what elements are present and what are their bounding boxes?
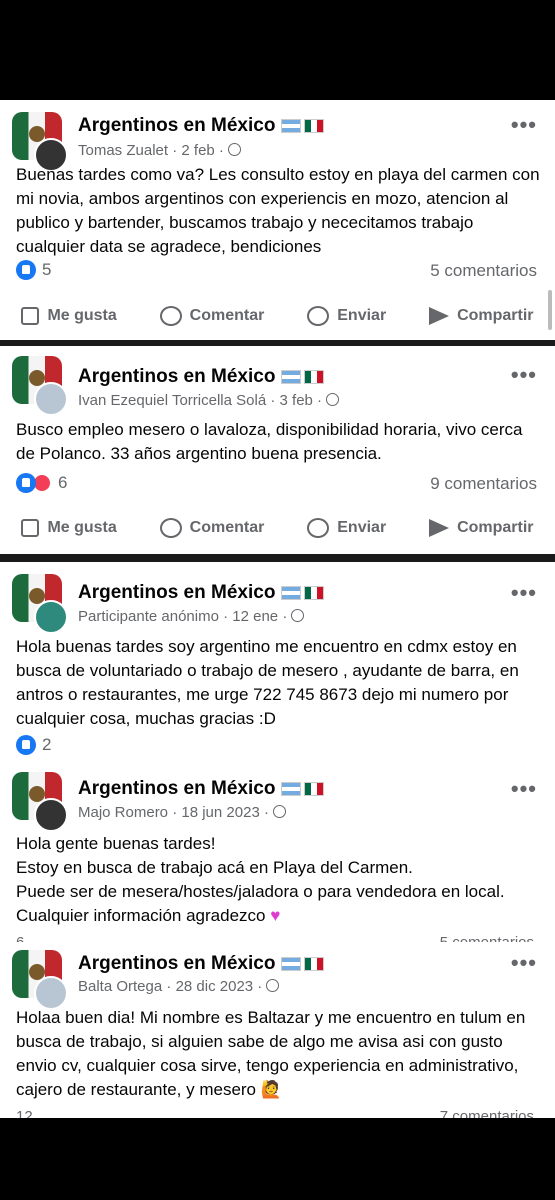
more-options-icon[interactable]: •••: [511, 580, 537, 606]
post-meta: Balta Ortega · 28 dic 2023 ·: [78, 978, 280, 995]
avatar[interactable]: [12, 356, 68, 416]
post-date[interactable]: 28 dic 2023: [176, 978, 254, 995]
user-avatar: [34, 382, 68, 416]
share-button[interactable]: Compartir: [429, 307, 534, 325]
avatar[interactable]: [12, 574, 68, 634]
author-name[interactable]: Ivan Ezequiel Torricella Solá: [78, 392, 266, 409]
post-card: Argentinos en México Majo Romero · 18 ju…: [0, 762, 555, 942]
action-bar: Me gusta Comentar Enviar Compartir: [0, 508, 555, 548]
reactions-summary[interactable]: 5: [16, 260, 51, 280]
comment-icon: [159, 518, 182, 538]
post-meta: Majo Romero · 18 jun 2023 ·: [78, 804, 286, 821]
post-card: Argentinos en México Ivan Ezequiel Torri…: [0, 346, 555, 554]
send-button[interactable]: Enviar: [307, 306, 386, 326]
post-meta: Participante anónimo · 12 ene ·: [78, 608, 305, 625]
mexico-flag-icon: [304, 956, 325, 971]
post-date[interactable]: 2 feb: [181, 142, 214, 159]
share-icon: [429, 307, 450, 325]
post-card: Argentinos en México Tomas Zualet · 2 fe…: [0, 100, 555, 340]
like-reaction-icon: [16, 260, 36, 280]
messenger-icon: [307, 306, 330, 326]
post-meta: Ivan Ezequiel Torricella Solá · 3 feb ·: [78, 392, 340, 409]
reactions-summary[interactable]: 6: [16, 473, 67, 493]
like-reaction-icon: [16, 473, 36, 493]
share-icon: [429, 519, 450, 537]
comments-count[interactable]: 5 comentarios: [430, 261, 537, 281]
globe-icon: [227, 143, 241, 156]
post-date[interactable]: 18 jun 2023: [181, 804, 259, 821]
post-text: Hola gente buenas tardes! Estoy en busca…: [16, 834, 505, 925]
post-text: Busco empleo mesero o lavaloza, disponib…: [16, 420, 523, 463]
group-name[interactable]: Argentinos en México: [78, 366, 325, 388]
globe-icon: [272, 805, 286, 818]
more-options-icon[interactable]: •••: [511, 776, 537, 802]
post-date[interactable]: 12 ene: [232, 608, 278, 625]
user-avatar: [34, 976, 68, 1010]
comment-button[interactable]: Comentar: [159, 518, 264, 538]
more-options-icon[interactable]: •••: [511, 950, 537, 976]
globe-icon: [266, 979, 280, 992]
post-card: Argentinos en México Balta Ortega · 28 d…: [0, 942, 555, 1118]
like-button[interactable]: Me gusta: [21, 519, 117, 537]
purple-heart-icon: ♥: [270, 906, 281, 925]
author-name[interactable]: Participante anónimo: [78, 608, 219, 625]
anonymous-avatar: [34, 600, 68, 634]
avatar[interactable]: [12, 112, 68, 172]
post-text: Holaa buen dia! Mi nombre es Baltazar y …: [16, 1008, 526, 1099]
post-date[interactable]: 3 feb: [280, 392, 313, 409]
action-bar: Me gusta Comentar Enviar Compartir: [0, 296, 555, 336]
messenger-icon: [307, 518, 330, 538]
group-name[interactable]: Argentinos en México: [78, 115, 325, 137]
post-text: Buenas tardes como va? Les consulto esto…: [16, 165, 540, 256]
argentina-flag-icon: [281, 118, 302, 133]
reactions-summary[interactable]: 2: [16, 735, 51, 755]
user-avatar: [34, 798, 68, 832]
mexico-flag-icon: [304, 781, 325, 796]
argentina-flag-icon: [281, 369, 302, 384]
post-text: Hola buenas tardes soy argentino me encu…: [16, 637, 519, 728]
mexico-flag-icon: [304, 585, 325, 600]
like-button[interactable]: Me gusta: [21, 307, 117, 325]
comment-button[interactable]: Comentar: [159, 306, 264, 326]
divider: [0, 554, 555, 562]
globe-icon: [326, 393, 340, 406]
group-name[interactable]: Argentinos en México: [78, 778, 325, 800]
cut-off-reactions: 6 5 comentarios: [16, 934, 536, 942]
author-name[interactable]: Tomas Zualet: [78, 142, 168, 159]
argentina-flag-icon: [281, 585, 302, 600]
comment-icon: [159, 306, 182, 326]
group-name[interactable]: Argentinos en México: [78, 582, 325, 604]
more-options-icon[interactable]: •••: [511, 112, 537, 138]
send-button[interactable]: Enviar: [307, 518, 386, 538]
post-meta: Tomas Zualet · 2 feb ·: [78, 142, 241, 159]
comments-count[interactable]: 9 comentarios: [430, 474, 537, 494]
group-name[interactable]: Argentinos en México: [78, 953, 325, 975]
thumbs-up-icon: [21, 519, 40, 537]
mexico-flag-icon: [304, 118, 325, 133]
author-name[interactable]: Balta Ortega: [78, 978, 162, 995]
mexico-flag-icon: [304, 369, 325, 384]
more-options-icon[interactable]: •••: [511, 362, 537, 388]
thumbs-up-icon: [21, 307, 40, 325]
avatar[interactable]: [12, 772, 68, 832]
argentina-flag-icon: [281, 956, 302, 971]
man-emoji-icon: 🙋: [260, 1080, 282, 1099]
like-reaction-icon: [16, 735, 36, 755]
share-button[interactable]: Compartir: [429, 519, 534, 537]
avatar[interactable]: [12, 950, 68, 1010]
post-card: Argentinos en México Participante anónim…: [0, 562, 555, 762]
cut-off-reactions: 12 7 comentarios: [16, 1108, 534, 1118]
argentina-flag-icon: [281, 781, 302, 796]
author-name[interactable]: Majo Romero: [78, 804, 168, 821]
scrollbar[interactable]: [548, 290, 552, 330]
globe-icon: [291, 609, 305, 622]
